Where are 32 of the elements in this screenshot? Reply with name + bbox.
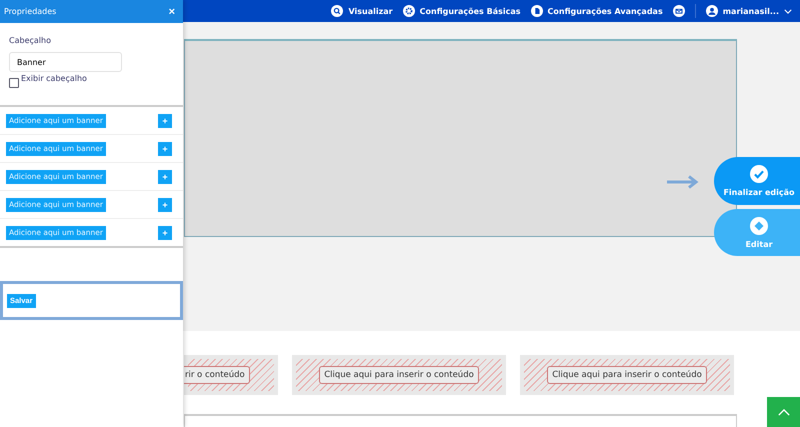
caret-icon [784, 8, 792, 14]
checkbox[interactable] [9, 78, 19, 88]
nav-link[interactable]: Configurações Avançadas [530, 5, 663, 17]
search-icon [331, 5, 344, 17]
arrow-icon [666, 175, 700, 189]
heading-input[interactable]: Banner [9, 52, 122, 72]
edit-button[interactable]: Editar [714, 209, 800, 256]
insert-content-button[interactable]: rir o conteúdo [184, 366, 250, 384]
gear-icon [402, 5, 415, 17]
document-icon [530, 5, 542, 17]
add-button[interactable]: + [158, 198, 172, 212]
insert-content-button[interactable]: Clique aqui para inserir o conteúdo [547, 366, 707, 384]
panel-title: Propriedades [4, 7, 56, 16]
check-icon [750, 165, 768, 183]
insert-content-button[interactable]: Clique aqui para inserir o conteúdo [319, 366, 479, 384]
chevron-up-icon [778, 408, 790, 416]
add-button[interactable]: + [158, 170, 172, 184]
checkbox-label: Exibir cabeçalho [21, 74, 87, 83]
close-button[interactable]: × [168, 6, 175, 18]
add-button[interactable]: + [158, 142, 172, 156]
content-slot[interactable]: rir o conteúdo [184, 355, 278, 395]
field-label: Cabeçalho [9, 36, 51, 45]
user-menu[interactable]: marianasil... [706, 5, 792, 17]
nav-link[interactable]: Visualizar [331, 5, 393, 17]
finish-editing-button[interactable]: Finalizar edição [714, 157, 800, 205]
content-slot[interactable]: Clique aqui para inserir o conteúdo [520, 355, 734, 395]
content-slot[interactable]: Clique aqui para inserir o conteúdo [292, 355, 506, 395]
user-icon [706, 5, 718, 17]
mail-icon[interactable] [672, 5, 685, 17]
add-button[interactable]: + [158, 226, 172, 240]
nav-link[interactable]: Configurações Básicas [402, 5, 520, 17]
add-button[interactable]: + [158, 114, 172, 128]
